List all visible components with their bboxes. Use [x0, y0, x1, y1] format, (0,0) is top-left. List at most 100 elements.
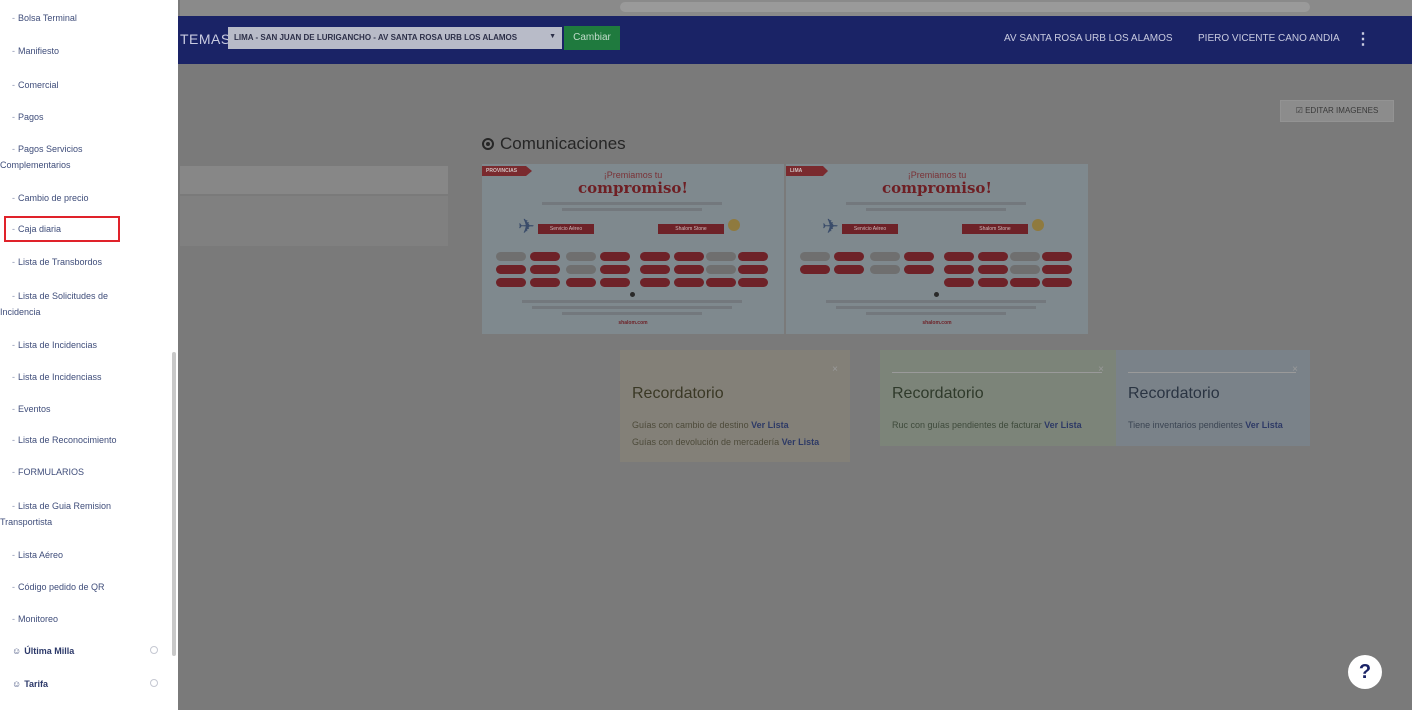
sidebar-group-label: Última Milla [24, 646, 75, 656]
sidebar-scrollbar[interactable] [172, 352, 176, 656]
bullet-icon: - [12, 501, 15, 511]
price-pill [640, 278, 670, 287]
sidebar-item-lista-aereo[interactable]: - Lista Aéreo [12, 547, 162, 563]
edit-images-button[interactable]: ☑ EDITAR IMAGENES [1280, 100, 1394, 122]
sidebar-item-transbordos[interactable]: - Lista de Transbordos [12, 254, 162, 270]
bullet-icon: - [12, 193, 15, 203]
ver-lista-link[interactable]: Ver Lista [751, 420, 789, 430]
more-vertical-icon[interactable]: ⋮ [1355, 29, 1371, 49]
sidebar-item-comercial[interactable]: - Comercial [12, 77, 162, 93]
price-pill [600, 252, 630, 261]
banner-line2: compromiso! [881, 179, 992, 197]
banner-line2: compromiso! [577, 179, 688, 197]
sidebar-item-label: Código pedido de QR [18, 582, 105, 592]
bullet-icon: - [12, 614, 15, 624]
bullet-icon: - [12, 435, 15, 445]
sidebar-item-eventos[interactable]: - Eventos [12, 401, 162, 417]
content-panel-ghost [180, 166, 448, 194]
ribbon-right: Shalom Stone [658, 224, 724, 234]
edit-images-label: EDITAR IMAGENES [1305, 106, 1379, 115]
agency-select-value: LIMA - SAN JUAN DE LURIGANCHO - AV SANTA… [234, 33, 518, 42]
price-pill [1042, 265, 1072, 274]
sidebar-item-pagos-servicios[interactable]: - Pagos Servicios Complementarios [0, 141, 162, 173]
help-button[interactable]: ? [1348, 655, 1382, 689]
promo-banner-lima[interactable]: LIMA ¡Premiamos tu compromiso! ✈ Servici… [786, 164, 1088, 334]
sidebar-group-tarifa[interactable]: ☺ Tarifa [12, 676, 162, 692]
sidebar-item-label: Lista de Incidenciass [18, 372, 102, 382]
sidebar-item-label: Lista de Guia Remision [18, 501, 112, 511]
header-user[interactable]: PIERO VICENTE CANO ANDIA [1198, 33, 1340, 44]
sidebar-item-reconocimiento[interactable]: - Lista de Reconocimiento [12, 432, 162, 448]
checkbox-icon: ☑ [1295, 106, 1306, 115]
reminder-title: Recordatorio [1128, 385, 1220, 402]
sidebar-group-ultima-milla[interactable]: ☺ Última Milla [12, 643, 162, 659]
menu-group-icon: ☺ [12, 679, 22, 689]
reminder-row: Ruc con guías pendientes de facturar Ver… [892, 420, 1082, 430]
banner-fineprint [522, 300, 742, 303]
sidebar-item-pagos[interactable]: - Pagos [12, 109, 162, 125]
sidebar-item-label: Bolsa Terminal [18, 13, 77, 23]
bullet-icon: - [12, 13, 15, 23]
highlight-box [4, 216, 120, 242]
ver-lista-link[interactable]: Ver Lista [782, 437, 820, 447]
header-location: AV SANTA ROSA URB LOS ALAMOS [1004, 33, 1173, 44]
sidebar-item-label: Lista de Incidencias [18, 340, 98, 350]
ver-lista-link[interactable]: Ver Lista [1044, 420, 1082, 430]
cambiar-button[interactable]: Cambiar [564, 26, 620, 50]
sidebar-item-bolsa-terminal[interactable]: - Bolsa Terminal [12, 10, 162, 26]
reminder-row: Guías con devolución de mercadería Ver L… [632, 437, 819, 447]
reminder-row: Guías con cambio de destino Ver Lista [632, 420, 789, 430]
close-icon[interactable]: × [1098, 364, 1104, 375]
sidebar-item-incidenciass[interactable]: - Lista de Incidenciass [12, 369, 162, 385]
content-panel-ghost [180, 196, 448, 246]
bullet-icon: - [12, 340, 15, 350]
ver-lista-link[interactable]: Ver Lista [1245, 420, 1283, 430]
reminder-title: Recordatorio [892, 385, 984, 402]
sidebar: - Bolsa Terminal - Manifiesto - Comercial -… [0, 0, 178, 710]
menu-group-icon: ☺ [12, 646, 22, 656]
reminder-card-facturar: × Recordatorio Ruc con guías pendientes … [880, 350, 1116, 446]
reminder-text: Tiene inventarios pendientes [1128, 420, 1243, 430]
price-pill [640, 265, 670, 274]
sidebar-item-label: Cambio de precio [18, 193, 89, 203]
reminder-text: Guías con cambio de destino [632, 420, 749, 430]
radio-icon [482, 138, 494, 150]
price-pill [1042, 252, 1072, 261]
airplane-icon: ✈ [518, 216, 535, 238]
sidebar-item-label: Lista de Reconocimiento [18, 435, 117, 445]
close-icon[interactable]: × [1292, 364, 1298, 375]
price-pill [944, 265, 974, 274]
sidebar-item-manifiesto[interactable]: - Manifiesto [12, 43, 162, 59]
price-pill [870, 252, 900, 261]
bullet-icon: - [12, 467, 15, 477]
bullet-icon: - [12, 582, 15, 592]
sidebar-item-label-2: Transportista [0, 517, 53, 527]
agency-select[interactable]: LIMA - SAN JUAN DE LURIGANCHO - AV SANTA… [228, 27, 562, 49]
banner-fineprint [866, 208, 1006, 211]
banner-brand: shalom.com [922, 320, 952, 326]
bullet-icon: - [12, 112, 15, 122]
sidebar-item-formularios[interactable]: - FORMULARIOS [12, 464, 162, 480]
sidebar-item-label: Eventos [18, 404, 51, 414]
sidebar-item-solicitudes-incidencia[interactable]: - Lista de Solicitudes de Incidencia [0, 288, 162, 320]
sidebar-item-guia-remision[interactable]: - Lista de Guia Remision Transportista [0, 498, 162, 530]
price-pill [496, 278, 526, 287]
sidebar-item-label: FORMULARIOS [18, 467, 85, 477]
reminder-text: Ruc con guías pendientes de facturar [892, 420, 1042, 430]
price-pill [834, 265, 864, 274]
sidebar-item-cambio-precio[interactable]: - Cambio de precio [12, 190, 162, 206]
price-pill [1010, 252, 1040, 261]
sidebar-item-monitoreo[interactable]: - Monitoreo [12, 611, 162, 627]
price-pill [566, 265, 596, 274]
sidebar-item-codigo-qr[interactable]: - Código pedido de QR [12, 579, 162, 595]
close-icon[interactable]: × [832, 364, 838, 375]
address-pill [620, 2, 1310, 12]
sidebar-item-incidencias[interactable]: - Lista de Incidencias [12, 337, 162, 353]
reminder-card-inventarios: × Recordatorio Tiene inventarios pendien… [1116, 350, 1310, 446]
communications-title: Comunicaciones [482, 134, 626, 154]
price-pill [978, 278, 1008, 287]
sidebar-item-label: Lista de Transbordos [18, 257, 103, 267]
promo-banner-provincias[interactable]: PROVINCIAS ¡Premiamos tu compromiso! ✈ S… [482, 164, 784, 334]
banner-fineprint [866, 312, 1006, 315]
price-pill [530, 278, 560, 287]
